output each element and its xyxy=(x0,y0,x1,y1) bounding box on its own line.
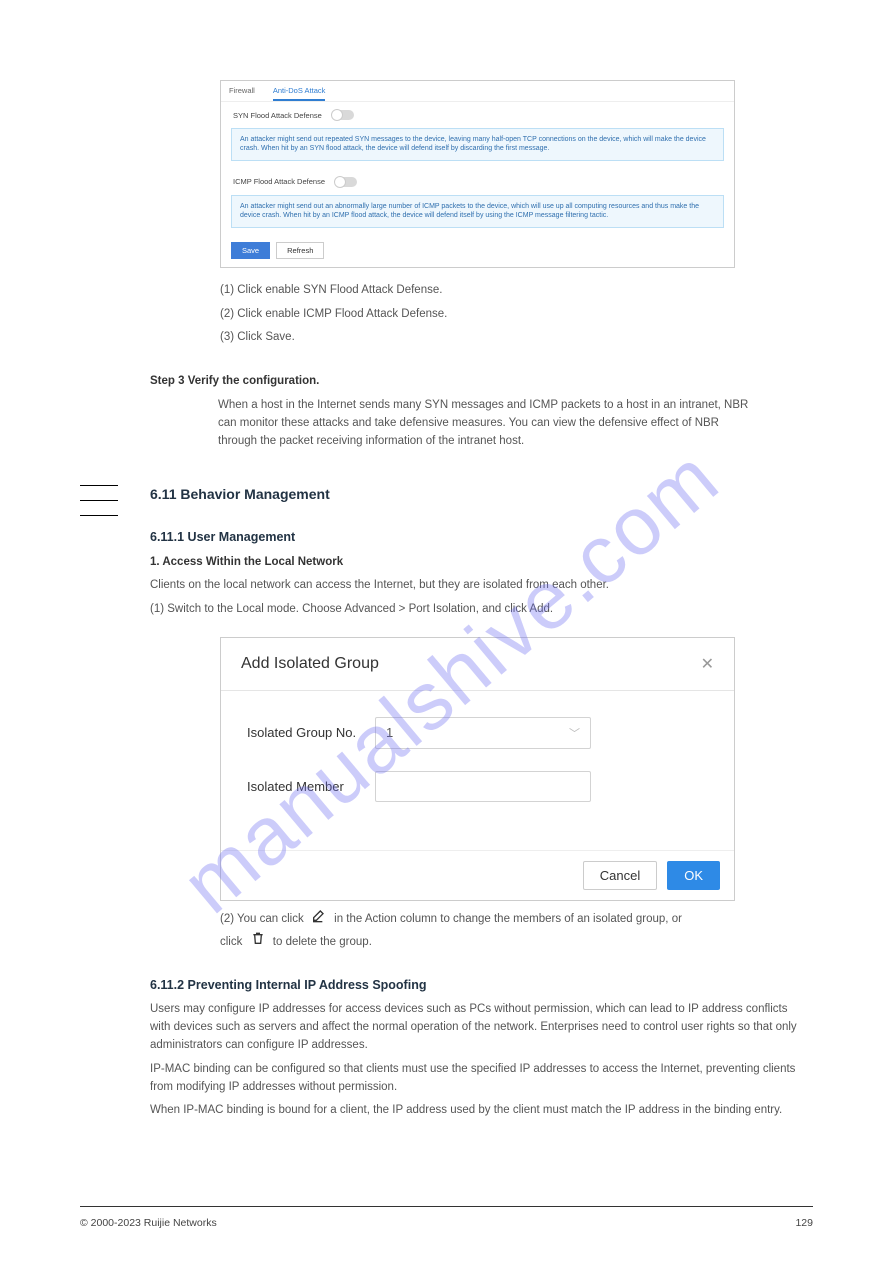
dialog-title: Add Isolated Group xyxy=(241,655,379,673)
icmp-info: An attacker might send out an abnormally… xyxy=(231,195,724,228)
p-clients-isolated: Clients on the local network can access … xyxy=(150,577,790,595)
dialog-header: Add Isolated Group ✕ xyxy=(221,638,734,691)
p-spoof1: Users may configure IP addresses for acc… xyxy=(150,1001,810,1054)
dialog-footer: Cancel OK xyxy=(221,850,734,900)
step-enable-icmp: (2) Click enable ICMP Flood Attack Defen… xyxy=(220,306,735,324)
label-isolated-member: Isolated Member xyxy=(247,779,375,794)
subheading-access-local: 1. Access Within the Local Network xyxy=(150,554,790,572)
footer-page-number: 129 xyxy=(795,1217,813,1229)
txt-can-click: (2) You can click xyxy=(220,913,304,925)
footer-copyright: © 2000-2023 Ruijie Networks xyxy=(80,1217,217,1229)
step-enable-syn: (1) Click enable SYN Flood Attack Defens… xyxy=(220,282,735,300)
edit-icon xyxy=(311,907,327,931)
footer-divider xyxy=(80,1206,813,1207)
heading-behavior-management: 6.11 Behavior Management xyxy=(150,484,790,506)
chevron-down-icon: ﹀ xyxy=(569,725,580,741)
icmp-row: ICMP Flood Attack Defense xyxy=(221,169,734,191)
heading-user-management: 6.11.1 User Management xyxy=(150,528,790,547)
heading-ip-spoofing: 6.11.2 Preventing Internal IP Address Sp… xyxy=(150,976,810,995)
button-row: Save Refresh xyxy=(221,236,734,267)
antidos-panel: Firewall Anti-DoS Attack SYN Flood Attac… xyxy=(220,80,735,268)
step3-body: When a host in the Internet sends many S… xyxy=(218,397,750,450)
ok-button[interactable]: OK xyxy=(667,861,720,890)
bar3-icon xyxy=(80,515,118,516)
step3-block: Step 3 Verify the configuration. When a … xyxy=(150,373,750,450)
add-isolated-group-dialog: Add Isolated Group ✕ Isolated Group No. … xyxy=(220,637,735,901)
bar1-icon xyxy=(80,485,118,486)
icmp-label: ICMP Flood Attack Defense xyxy=(233,177,325,186)
row-group-no: Isolated Group No. 1 ﹀ xyxy=(247,717,708,749)
body-text-block: (1) Click enable SYN Flood Attack Defens… xyxy=(220,282,735,347)
left-margin-bars xyxy=(80,485,118,516)
save-button[interactable]: Save xyxy=(231,242,270,259)
input-isolated-member[interactable] xyxy=(375,771,591,802)
cancel-button[interactable]: Cancel xyxy=(583,861,657,890)
step-click-save: (3) Click Save. xyxy=(220,329,735,347)
delete-sentence: click to delete the group. xyxy=(220,930,760,954)
edit-delete-sentence: (2) You can click in the Action column t… xyxy=(220,907,760,931)
tab-antidos[interactable]: Anti-DoS Attack xyxy=(273,84,326,101)
refresh-button[interactable]: Refresh xyxy=(276,242,324,259)
tab-firewall[interactable]: Firewall xyxy=(229,84,255,101)
txt-delete-group: to delete the group. xyxy=(273,936,372,948)
p-spoof3: When IP-MAC binding is bound for a clien… xyxy=(150,1102,810,1120)
icmp-toggle[interactable] xyxy=(335,177,357,187)
label-group-no: Isolated Group No. xyxy=(247,725,375,740)
trash-icon xyxy=(250,930,266,954)
step3-title: Step 3 Verify the configuration. xyxy=(150,373,750,391)
syn-row: SYN Flood Attack Defense xyxy=(221,102,734,124)
syn-toggle[interactable] xyxy=(332,110,354,120)
footer: © 2000-2023 Ruijie Networks 129 xyxy=(80,1217,813,1229)
dialog-body: Isolated Group No. 1 ﹀ Isolated Member xyxy=(221,691,734,850)
syn-info: An attacker might send out repeated SYN … xyxy=(231,128,724,161)
bar2-icon xyxy=(80,500,118,501)
select-group-no-value: 1 xyxy=(386,725,393,740)
syn-label: SYN Flood Attack Defense xyxy=(233,111,322,120)
close-icon[interactable]: ✕ xyxy=(701,654,714,674)
txt-click: click xyxy=(220,936,242,948)
p-spoof2: IP-MAC binding can be configured so that… xyxy=(150,1061,810,1097)
tabs-row: Firewall Anti-DoS Attack xyxy=(221,81,734,102)
row-isolated-member: Isolated Member xyxy=(247,771,708,802)
p-switch-local: (1) Switch to the Local mode. Choose Adv… xyxy=(150,601,790,619)
select-group-no[interactable]: 1 ﹀ xyxy=(375,717,591,749)
txt-change-members: in the Action column to change the membe… xyxy=(334,913,682,925)
